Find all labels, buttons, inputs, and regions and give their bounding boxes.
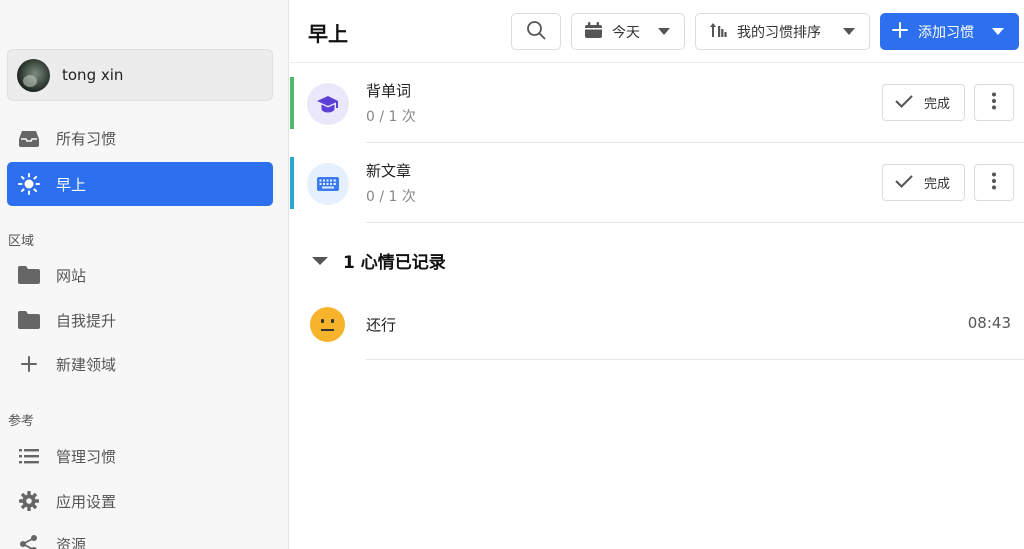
- reference-section-label: 参考: [8, 414, 35, 429]
- sort-icon: [709, 22, 727, 42]
- chevron-down-icon: [843, 28, 855, 35]
- mood-section-title: 1 心情已记录: [343, 253, 446, 273]
- sidebar-item-self-improvement[interactable]: 自我提升: [7, 298, 273, 342]
- folder-icon: [18, 309, 40, 331]
- share-icon: [18, 533, 40, 549]
- sun-icon: [18, 173, 40, 195]
- list-icon: [18, 445, 40, 467]
- vertical-dots-icon: [991, 92, 997, 114]
- chevron-down-icon: [658, 28, 670, 35]
- sort-label: 我的习惯排序: [737, 24, 821, 41]
- plus-icon: [892, 21, 908, 42]
- main-panel: 早上 今天 我的习惯排序 添加习惯 背单词 0 / 1 次 完成 新文章 0 /…: [290, 0, 1024, 549]
- sidebar-item-label: 资源: [56, 535, 87, 549]
- sidebar-item-website[interactable]: 网站: [7, 253, 273, 297]
- vertical-dots-icon: [991, 172, 997, 194]
- calendar-icon: [585, 21, 602, 42]
- mood-entry[interactable]: 还行 08:43: [290, 290, 1024, 360]
- habit-name: 新文章: [366, 162, 412, 180]
- habit-progress: 0 / 1 次: [366, 109, 416, 125]
- sidebar-item-morning[interactable]: 早上: [7, 162, 273, 206]
- sidebar-item-resources[interactable]: 资源: [7, 522, 273, 549]
- sidebar: tong xin 所有习惯 早上 区域 网站 自我提升 新建领域 参考 管理习惯…: [0, 0, 289, 549]
- sidebar-item-all-habits[interactable]: 所有习惯: [7, 116, 273, 160]
- avatar: [17, 58, 50, 92]
- habit-color-stripe: [290, 157, 294, 209]
- areas-section-label: 区域: [8, 234, 35, 249]
- sidebar-item-manage-habits[interactable]: 管理习惯: [7, 434, 273, 478]
- more-options-button[interactable]: [974, 84, 1014, 121]
- complete-button[interactable]: 完成: [882, 84, 965, 121]
- sidebar-item-label: 所有习惯: [56, 129, 117, 148]
- check-icon: [894, 93, 914, 113]
- mood-label: 还行: [366, 316, 397, 334]
- triangle-down-icon: [312, 256, 328, 265]
- row-divider: [366, 222, 1024, 223]
- gear-icon: [18, 490, 40, 512]
- sidebar-item-label: 早上: [56, 175, 87, 194]
- sort-dropdown[interactable]: 我的习惯排序: [695, 13, 870, 50]
- habit-color-stripe: [290, 77, 294, 129]
- user-profile[interactable]: tong xin: [7, 49, 273, 101]
- date-filter-dropdown[interactable]: 今天: [571, 13, 685, 50]
- sidebar-item-new-area[interactable]: 新建领域: [7, 342, 273, 386]
- complete-button[interactable]: 完成: [882, 164, 965, 201]
- add-habit-label: 添加习惯: [918, 24, 974, 41]
- plus-icon: [18, 353, 40, 375]
- complete-label: 完成: [924, 97, 951, 112]
- folder-icon: [18, 264, 40, 286]
- habit-row-new-article[interactable]: 新文章 0 / 1 次 完成: [290, 143, 1024, 223]
- row-divider: [366, 359, 1024, 360]
- keyboard-icon: [307, 163, 349, 205]
- sidebar-item-label: 网站: [56, 266, 87, 285]
- search-button[interactable]: [511, 13, 561, 50]
- check-icon: [894, 173, 914, 193]
- user-name: tong xin: [62, 66, 124, 84]
- graduation-cap-icon: [307, 83, 349, 125]
- sidebar-item-label: 自我提升: [56, 311, 117, 330]
- complete-label: 完成: [924, 177, 951, 192]
- chevron-down-icon: [992, 28, 1004, 35]
- sidebar-item-app-settings[interactable]: 应用设置: [7, 479, 273, 523]
- mood-section-toggle[interactable]: 1 心情已记录: [312, 248, 446, 273]
- habit-progress: 0 / 1 次: [366, 189, 416, 205]
- habit-row-vocabulary[interactable]: 背单词 0 / 1 次 完成: [290, 63, 1024, 143]
- search-icon: [526, 20, 546, 44]
- more-options-button[interactable]: [974, 164, 1014, 201]
- habit-name: 背单词: [366, 82, 412, 100]
- sidebar-item-label: 管理习惯: [56, 447, 117, 466]
- sidebar-item-label: 应用设置: [56, 492, 117, 511]
- inbox-icon: [18, 127, 40, 149]
- date-filter-label: 今天: [612, 24, 640, 41]
- neutral-face-icon: [310, 307, 345, 342]
- mood-time: 08:43: [967, 314, 1011, 332]
- add-habit-button[interactable]: 添加习惯: [880, 13, 1019, 50]
- page-title: 早上: [308, 22, 348, 46]
- sidebar-item-label: 新建领域: [56, 355, 117, 374]
